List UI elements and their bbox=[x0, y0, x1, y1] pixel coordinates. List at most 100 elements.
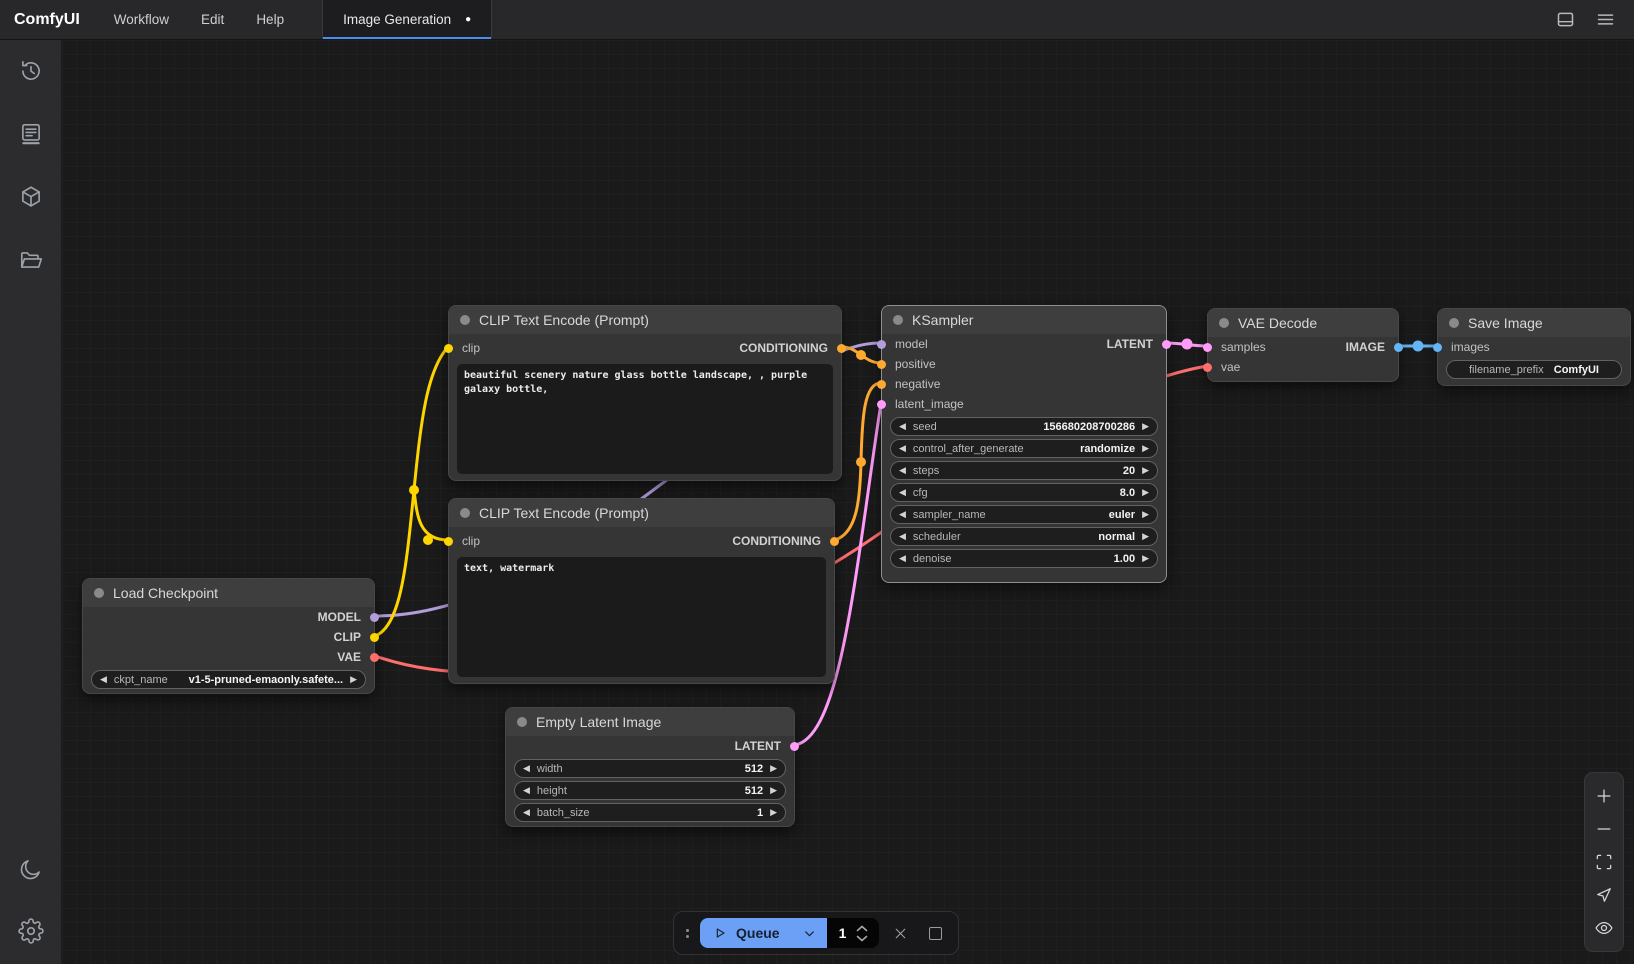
input-port-samples[interactable] bbox=[1203, 343, 1212, 352]
fit-view-button[interactable] bbox=[1591, 849, 1617, 875]
increment-arrow-icon[interactable]: ▶ bbox=[1142, 510, 1149, 519]
increment-arrow-icon[interactable]: ▶ bbox=[1142, 532, 1149, 541]
queue-button[interactable]: Queue bbox=[700, 918, 792, 948]
widget-height[interactable]: ◀ height 512 ▶ bbox=[514, 781, 786, 800]
node-vae-decode[interactable]: VAE Decode samples IMAGE vae bbox=[1207, 308, 1399, 382]
navigate-button[interactable] bbox=[1591, 882, 1617, 908]
menu-workflow[interactable]: Workflow bbox=[98, 0, 185, 39]
input-port-clip[interactable] bbox=[444, 344, 453, 353]
node-header[interactable]: Empty Latent Image bbox=[506, 708, 794, 736]
collapse-dot-icon[interactable] bbox=[517, 717, 527, 727]
input-port-latent-image[interactable] bbox=[877, 400, 886, 409]
tab-image-generation[interactable]: Image Generation ● bbox=[323, 0, 491, 39]
unsaved-dot-icon[interactable]: ● bbox=[465, 14, 471, 25]
input-port-positive[interactable] bbox=[877, 360, 886, 369]
prompt-textarea[interactable]: text, watermark bbox=[457, 557, 826, 677]
drag-handle-icon[interactable] bbox=[684, 929, 691, 938]
widget-sampler-name[interactable]: ◀ sampler_name euler ▶ bbox=[890, 505, 1158, 524]
node-ksampler[interactable]: KSampler model LATENT positive negative … bbox=[881, 305, 1167, 583]
decrement-arrow-icon[interactable]: ◀ bbox=[100, 675, 107, 684]
node-header[interactable]: CLIP Text Encode (Prompt) bbox=[449, 306, 841, 334]
count-up-icon[interactable] bbox=[856, 925, 868, 932]
theme-toggle-button[interactable] bbox=[16, 854, 46, 884]
increment-arrow-icon[interactable]: ▶ bbox=[1142, 444, 1149, 453]
node-header[interactable]: Save Image bbox=[1438, 309, 1630, 337]
widget-seed[interactable]: ◀ seed 156680208700286 ▶ bbox=[890, 417, 1158, 436]
increment-arrow-icon[interactable]: ▶ bbox=[1142, 554, 1149, 563]
collapse-dot-icon[interactable] bbox=[893, 315, 903, 325]
decrement-arrow-icon[interactable]: ◀ bbox=[899, 466, 906, 475]
input-port-vae[interactable] bbox=[1203, 363, 1212, 372]
decrement-arrow-icon[interactable]: ◀ bbox=[899, 532, 906, 541]
increment-arrow-icon[interactable]: ▶ bbox=[1142, 466, 1149, 475]
output-port-image[interactable] bbox=[1394, 343, 1403, 352]
node-clip-text-encode-positive[interactable]: CLIP Text Encode (Prompt) clip CONDITION… bbox=[448, 305, 842, 481]
widget-width[interactable]: ◀ width 512 ▶ bbox=[514, 759, 786, 778]
increment-arrow-icon[interactable]: ▶ bbox=[1142, 488, 1149, 497]
output-port-latent[interactable] bbox=[790, 742, 799, 751]
menu-edit[interactable]: Edit bbox=[185, 0, 240, 39]
prompt-textarea[interactable]: beautiful scenery nature glass bottle la… bbox=[457, 364, 833, 474]
stop-button[interactable] bbox=[922, 919, 948, 947]
clear-queue-button[interactable] bbox=[888, 919, 914, 947]
node-save-image[interactable]: Save Image images filename_prefix ComfyU… bbox=[1437, 308, 1631, 386]
input-port-images[interactable] bbox=[1433, 343, 1442, 352]
increment-arrow-icon[interactable]: ▶ bbox=[350, 675, 357, 684]
widget-control-after-generate[interactable]: ◀ control_after_generate randomize ▶ bbox=[890, 439, 1158, 458]
input-port-clip[interactable] bbox=[444, 537, 453, 546]
collapse-dot-icon[interactable] bbox=[460, 508, 470, 518]
comfyui-logo[interactable]: ComfyUI bbox=[0, 0, 98, 39]
node-header[interactable]: CLIP Text Encode (Prompt) bbox=[449, 499, 834, 527]
collapse-dot-icon[interactable] bbox=[94, 588, 104, 598]
bottom-panel-toggle-button[interactable] bbox=[1550, 5, 1580, 35]
queue-options-button[interactable] bbox=[792, 918, 827, 948]
decrement-arrow-icon[interactable]: ◀ bbox=[523, 808, 530, 817]
widget-cfg[interactable]: ◀ cfg 8.0 ▶ bbox=[890, 483, 1158, 502]
decrement-arrow-icon[interactable]: ◀ bbox=[899, 488, 906, 497]
widget-ckpt-name[interactable]: ◀ ckpt_name v1-5-pruned-emaonly.safete..… bbox=[91, 670, 366, 689]
node-load-checkpoint[interactable]: Load Checkpoint MODEL CLIP VAE ◀ ckpt_na… bbox=[82, 578, 375, 694]
node-header[interactable]: VAE Decode bbox=[1208, 309, 1398, 337]
node-clip-text-encode-negative[interactable]: CLIP Text Encode (Prompt) clip CONDITION… bbox=[448, 498, 835, 684]
input-port-model[interactable] bbox=[877, 340, 886, 349]
output-port-conditioning[interactable] bbox=[830, 537, 839, 546]
sidebar-item-node-library[interactable] bbox=[16, 119, 46, 149]
output-port-clip[interactable] bbox=[370, 633, 379, 642]
widget-scheduler[interactable]: ◀ scheduler normal ▶ bbox=[890, 527, 1158, 546]
widget-batch-size[interactable]: ◀ batch_size 1 ▶ bbox=[514, 803, 786, 822]
node-header[interactable]: KSampler bbox=[882, 306, 1166, 334]
input-port-negative[interactable] bbox=[877, 380, 886, 389]
output-port-model[interactable] bbox=[370, 613, 379, 622]
increment-arrow-icon[interactable]: ▶ bbox=[770, 808, 777, 817]
sidebar-item-model-library[interactable] bbox=[16, 182, 46, 212]
decrement-arrow-icon[interactable]: ◀ bbox=[899, 444, 906, 453]
count-down-icon[interactable] bbox=[856, 935, 868, 942]
increment-arrow-icon[interactable]: ▶ bbox=[770, 786, 777, 795]
output-port-conditioning[interactable] bbox=[837, 344, 846, 353]
sidebar-item-workflows[interactable] bbox=[16, 245, 46, 275]
toggle-link-visibility-button[interactable] bbox=[1591, 915, 1617, 941]
widget-denoise[interactable]: ◀ denoise 1.00 ▶ bbox=[890, 549, 1158, 568]
widget-filename-prefix[interactable]: filename_prefix ComfyUI bbox=[1446, 360, 1622, 379]
node-canvas[interactable] bbox=[62, 40, 1634, 964]
sidebar-item-queue-history[interactable] bbox=[16, 56, 46, 86]
output-port-latent[interactable] bbox=[1162, 340, 1171, 349]
widget-steps[interactable]: ◀ steps 20 ▶ bbox=[890, 461, 1158, 480]
collapse-dot-icon[interactable] bbox=[1449, 318, 1459, 328]
node-empty-latent-image[interactable]: Empty Latent Image LATENT ◀ width 512 ▶ … bbox=[505, 707, 795, 827]
settings-button[interactable] bbox=[16, 916, 46, 946]
decrement-arrow-icon[interactable]: ◀ bbox=[899, 554, 906, 563]
increment-arrow-icon[interactable]: ▶ bbox=[1142, 422, 1149, 431]
decrement-arrow-icon[interactable]: ◀ bbox=[899, 510, 906, 519]
batch-count-input[interactable]: 1 bbox=[827, 918, 879, 948]
collapse-dot-icon[interactable] bbox=[1219, 318, 1229, 328]
decrement-arrow-icon[interactable]: ◀ bbox=[899, 422, 906, 431]
decrement-arrow-icon[interactable]: ◀ bbox=[523, 764, 530, 773]
node-header[interactable]: Load Checkpoint bbox=[83, 579, 374, 607]
collapse-dot-icon[interactable] bbox=[460, 315, 470, 325]
increment-arrow-icon[interactable]: ▶ bbox=[770, 764, 777, 773]
main-menu-button[interactable] bbox=[1590, 5, 1620, 35]
zoom-in-button[interactable] bbox=[1591, 783, 1617, 809]
decrement-arrow-icon[interactable]: ◀ bbox=[523, 786, 530, 795]
output-port-vae[interactable] bbox=[370, 653, 379, 662]
